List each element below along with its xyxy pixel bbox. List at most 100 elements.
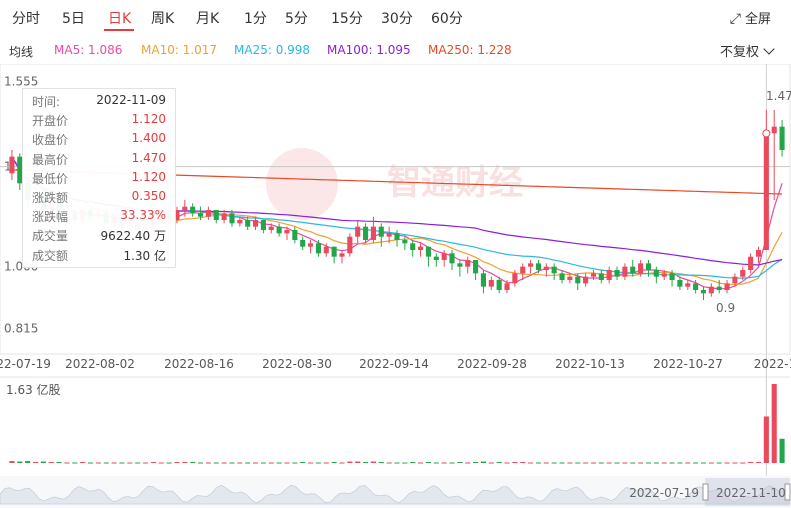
volume-bar [779, 438, 785, 463]
tab-8[interactable]: 15分 [331, 8, 363, 28]
tab-7[interactable]: 5分 [285, 8, 308, 28]
candle-body [606, 270, 612, 280]
candle-body [748, 256, 754, 270]
tooltip-value: 1.30 亿 [123, 248, 166, 263]
tab-6[interactable]: 1分 [244, 8, 267, 28]
candle-body [425, 246, 431, 257]
volume-bar [158, 462, 164, 464]
volume-bar [583, 462, 589, 464]
volume-bar [40, 461, 46, 463]
volume-bar [135, 462, 141, 464]
candle-body [622, 266, 628, 277]
volume-bar [614, 462, 620, 464]
candle-body [292, 230, 298, 240]
volume-bar [252, 462, 259, 464]
candle-body [363, 226, 369, 240]
tooltip-label: 涨跌幅 [32, 210, 69, 225]
candle-body [528, 263, 534, 267]
volume-bar [551, 462, 557, 464]
volume-bar [748, 462, 754, 464]
tab-4[interactable]: 周K [151, 8, 174, 28]
volume-bar [465, 462, 471, 464]
volume-bar [103, 462, 109, 464]
candle-body [535, 263, 542, 270]
tooltip-row: 最低价 1.120 [32, 170, 166, 189]
volume-bar [355, 461, 361, 463]
volume-bar [700, 462, 707, 464]
candle-body [724, 283, 730, 290]
tooltip-row: 成交量 9622.40 万 [32, 227, 166, 246]
fullscreen-button[interactable]: ⤢ 全屏 [730, 8, 771, 27]
candle-body [755, 250, 762, 257]
volume-bar [323, 462, 329, 464]
tab-10[interactable]: 60分 [431, 8, 463, 28]
ma100-value: MA100: 1.095 [327, 43, 411, 57]
x-tick-label: 2022-1 [754, 357, 791, 371]
volume-bar [213, 462, 219, 464]
volume-bar [378, 462, 384, 464]
tooltip-label: 成交量 [32, 229, 69, 244]
candle-body [638, 263, 644, 274]
candle-body [480, 273, 486, 287]
navigator-handle-right[interactable] [784, 483, 791, 501]
volume-bar [48, 462, 54, 464]
candle-body [245, 220, 251, 227]
volume-bar [693, 462, 699, 464]
tab-2[interactable]: 5日 [62, 8, 85, 28]
candle-body [260, 220, 266, 230]
candle-body [284, 230, 290, 234]
volume-bar [740, 462, 746, 464]
volume-bar [292, 462, 298, 464]
candle-body [504, 283, 510, 290]
volume-bar [245, 462, 251, 464]
x-tick-label: 2022-09-14 [359, 357, 429, 371]
volume-bar [174, 462, 180, 464]
candle-body [221, 213, 227, 220]
candle-body [693, 283, 699, 290]
volume-bar [567, 462, 573, 464]
volume-bar [520, 462, 526, 464]
candle-body [630, 266, 636, 274]
volume-bar [504, 462, 510, 464]
adjust-dropdown[interactable]: 不复权 [720, 41, 775, 60]
tab-3[interactable]: 日K [108, 8, 131, 28]
tab-1[interactable]: 分时 [12, 8, 40, 28]
volume-bar [87, 462, 94, 464]
low-annotation: 0.9 [716, 301, 735, 315]
candle-body [347, 236, 353, 254]
candle-body [308, 243, 314, 247]
period-toolbar: 分时 5日 日K 周K 月K 1分 5分 15分 30分 60分 ⤢ 全屏 [0, 0, 791, 36]
volume-bar [331, 462, 337, 464]
volume-bar [441, 462, 447, 464]
candle-body [661, 273, 667, 277]
chevron-down-icon [763, 43, 775, 55]
volume-bar [17, 461, 23, 463]
candle-body [252, 220, 259, 227]
candle-body [182, 206, 188, 210]
volume-bar [127, 462, 133, 464]
volume-bar [433, 462, 439, 464]
volume-bar [488, 462, 494, 464]
x-tick-label: 2022-10-27 [653, 357, 723, 371]
tooltip-row: 时间: 2022-11-09 [32, 93, 166, 112]
tooltip-label: 成交额 [32, 248, 69, 263]
volume-bar [56, 462, 62, 464]
candle-body [276, 226, 282, 234]
candle-body [716, 286, 722, 290]
tab-5[interactable]: 月K [196, 8, 219, 28]
navigator-end-date: 2022-11-10 [716, 486, 786, 500]
volume-bar [661, 462, 667, 464]
candle-body [512, 273, 518, 284]
tooltip-value: 2022-11-09 [96, 93, 166, 107]
ma-legend-title: 均线 [9, 45, 34, 59]
x-tick-label: 2022-07-19 [0, 357, 51, 371]
volume-bar [111, 462, 117, 464]
candle-tooltip: 时间: 2022-11-09 开盘价 1.120 收盘价 1.400 最高价 1.470 最低价… [22, 88, 176, 268]
navigator-handle-left[interactable] [702, 483, 709, 501]
candle-body [229, 213, 235, 224]
candle-body [708, 286, 714, 294]
tab-9[interactable]: 30分 [381, 8, 413, 28]
candle-body [700, 290, 707, 294]
volume-bar [190, 462, 196, 464]
ma10-value: MA10: 1.017 [141, 43, 218, 57]
